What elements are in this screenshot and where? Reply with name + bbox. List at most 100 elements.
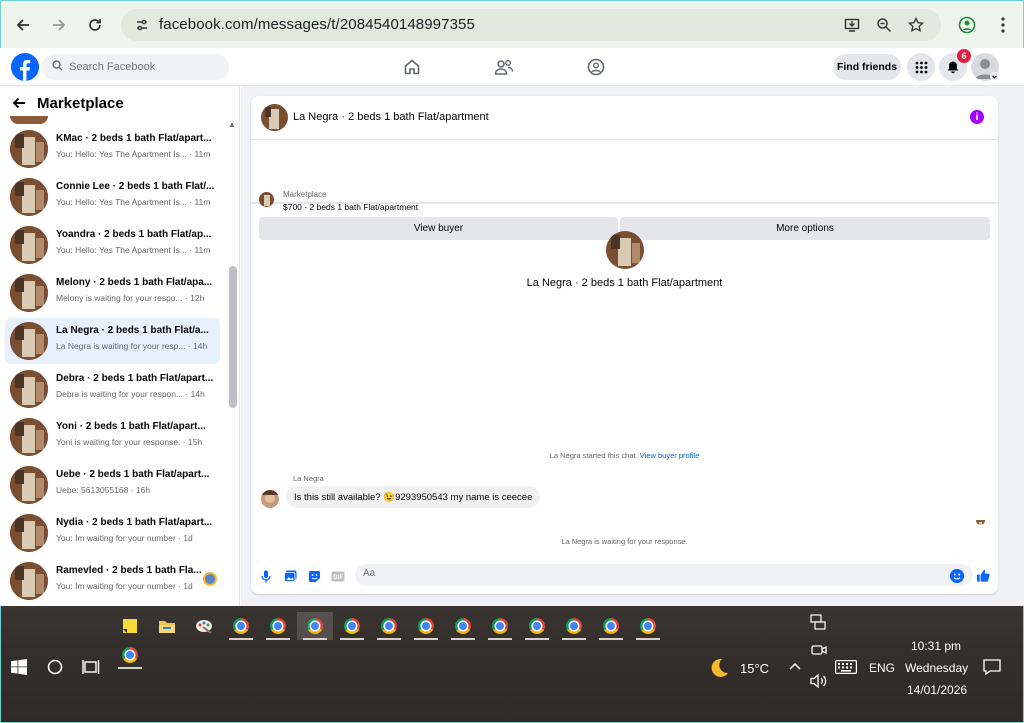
friends-icon[interactable] xyxy=(493,56,515,78)
conversation-preview: You: Hello: Yes The Apartment Is... · 11… xyxy=(56,197,211,207)
keyboard-icon[interactable] xyxy=(835,660,857,679)
chrome-taskbar-3[interactable] xyxy=(297,612,333,640)
chrome-taskbar-10[interactable] xyxy=(556,612,592,640)
chrome-taskbar-12[interactable] xyxy=(630,612,666,640)
conversation-item[interactable]: Melony · 2 beds 1 bath Flat/apa... Melony… xyxy=(5,270,220,316)
photo-icon[interactable] xyxy=(283,569,297,583)
find-friends-button[interactable]: Find friends xyxy=(833,54,901,80)
gif-icon[interactable]: GIF xyxy=(331,569,345,583)
sticky-notes-icon[interactable] xyxy=(112,612,148,640)
weather-moon-icon[interactable] xyxy=(708,657,730,684)
site-settings-icon[interactable] xyxy=(133,16,151,34)
chrome-taskbar-2[interactable] xyxy=(260,612,296,640)
chat-title[interactable]: La Negra · 2 beds 1 bath Flat/apartment xyxy=(293,111,489,123)
tray-overflow-chevron-icon[interactable] xyxy=(788,659,802,676)
scroll-up-icon[interactable]: ▲ xyxy=(228,120,236,129)
waiting-notice: La Negra is waiting for your response. xyxy=(561,537,688,546)
conversation-item[interactable]: Debra · 2 beds 1 bath Flat/apart... Debra… xyxy=(5,366,220,412)
temperature-text[interactable]: 15°C xyxy=(740,661,769,676)
chat-profile-avatar[interactable] xyxy=(606,231,644,269)
conversation-name: Uebe · 2 beds 1 bath Flat/apart... xyxy=(56,469,210,480)
clock-date[interactable]: 14/01/2026 xyxy=(907,683,967,697)
meet-now-icon[interactable] xyxy=(811,643,827,662)
sidebar-title: Marketplace xyxy=(37,95,124,112)
menu-grid-icon[interactable] xyxy=(907,53,935,81)
chrome-icon xyxy=(603,618,619,634)
conversation-avatar xyxy=(10,274,48,312)
profile-icon[interactable] xyxy=(953,11,981,39)
chrome-icon xyxy=(122,647,138,663)
message-input-wrapper[interactable] xyxy=(355,564,973,586)
chrome-icon xyxy=(640,618,656,634)
conversation-item[interactable]: Nydia · 2 beds 1 bath Flat/apart... You: … xyxy=(5,510,220,556)
conversation-item[interactable]: Ramevled · 2 beds 1 bath Fla... You: Im w… xyxy=(5,558,220,604)
more-options-button[interactable]: More options xyxy=(620,217,990,240)
file-explorer-icon[interactable] xyxy=(149,612,185,640)
clock-time[interactable]: 10:31 pm xyxy=(911,639,961,653)
conversation-item[interactable]: La Negra · 2 beds 1 bath Flat/a... La Neg… xyxy=(5,318,220,364)
search-circle-icon[interactable] xyxy=(47,659,63,680)
windows-taskbar: 15°C ENG 10:31 pm Wednesday 14/01/2026 xyxy=(0,606,1024,723)
chrome-taskbar-5[interactable] xyxy=(371,612,407,640)
sidebar-scrollbar[interactable] xyxy=(229,266,237,408)
conversation-item[interactable]: Yoandra · 2 beds 1 bath Flat/ap... You: H… xyxy=(5,222,220,268)
chrome-taskbar-1[interactable] xyxy=(223,612,259,640)
reload-icon[interactable] xyxy=(81,11,109,39)
menu-kebab-icon[interactable] xyxy=(989,11,1017,39)
home-icon[interactable] xyxy=(401,56,423,78)
chrome-icon xyxy=(529,618,545,634)
windows-start-icon[interactable] xyxy=(11,659,27,680)
facebook-search[interactable] xyxy=(42,54,229,80)
conversation-item[interactable]: Uebe · 2 beds 1 bath Flat/apart... Uebe: … xyxy=(5,462,220,508)
info-icon[interactable]: i xyxy=(970,110,984,124)
conversation-item[interactable]: Yoni · 2 beds 1 bath Flat/apart... Yoni i… xyxy=(5,414,220,460)
chrome-taskbar-4[interactable] xyxy=(334,612,370,640)
message-input[interactable] xyxy=(363,568,943,579)
search-icon xyxy=(52,58,63,76)
sender-avatar[interactable] xyxy=(261,490,279,508)
task-view-icon[interactable] xyxy=(82,659,100,680)
thumbs-up-icon[interactable] xyxy=(976,568,990,582)
bookmark-star-icon[interactable] xyxy=(907,16,925,34)
conversation-preview: You: Hello: Yes The Apartment Is... · 11… xyxy=(56,245,211,255)
conversation-name: Connie Lee · 2 beds 1 bath Flat/... xyxy=(56,181,215,192)
paint-icon[interactable] xyxy=(186,612,222,640)
sticker-icon[interactable] xyxy=(307,569,321,583)
zoom-icon[interactable] xyxy=(875,16,893,34)
conversation-item[interactable]: Connie Lee · 2 beds 1 bath Flat/... You: … xyxy=(5,174,220,220)
account-chevron-down-icon[interactable] xyxy=(990,72,999,81)
chrome-icon xyxy=(455,618,471,634)
notification-center-icon[interactable] xyxy=(983,659,1001,680)
view-buyer-button[interactable]: View buyer xyxy=(259,217,618,240)
conversation-preview: Melony is waiting for your respo... · 12… xyxy=(56,293,205,303)
chrome-icon xyxy=(307,618,323,634)
address-bar[interactable]: facebook.com/messages/t/2084540148997355 xyxy=(121,9,941,41)
chat-avatar[interactable] xyxy=(261,104,288,131)
back-icon[interactable] xyxy=(9,11,37,39)
volume-icon[interactable] xyxy=(810,673,828,694)
clock-day[interactable]: Wednesday xyxy=(905,661,968,675)
chrome-taskbar-6[interactable] xyxy=(408,612,444,640)
back-arrow-icon[interactable] xyxy=(12,96,26,115)
install-app-icon[interactable] xyxy=(843,16,861,34)
conversation-avatar xyxy=(10,226,48,264)
listing-price-title[interactable]: $700 - 2 beds 1 bath Flat/apartment xyxy=(283,202,418,212)
search-input[interactable] xyxy=(69,61,219,73)
emoji-icon[interactable] xyxy=(950,569,964,583)
chrome-taskbar-8[interactable] xyxy=(482,612,518,640)
groups-icon[interactable] xyxy=(585,56,607,78)
microphone-icon[interactable] xyxy=(259,569,273,583)
chrome-taskbar-11[interactable] xyxy=(593,612,629,640)
facebook-logo[interactable] xyxy=(11,53,39,81)
conversation-item[interactable]: KMac · 2 beds 1 bath Flat/apart... You: H… xyxy=(5,126,220,172)
chrome-taskbar-9[interactable] xyxy=(519,612,555,640)
chrome-taskbar-13[interactable] xyxy=(112,641,148,669)
view-buyer-profile-link[interactable]: View buyer profile xyxy=(640,451,699,460)
forward-icon[interactable] xyxy=(45,11,73,39)
listing-thumbnail[interactable] xyxy=(259,192,274,207)
chrome-taskbar-7[interactable] xyxy=(445,612,481,640)
message-bubble[interactable]: Is this still available? 😉9293950543 my … xyxy=(286,486,541,508)
network-wired-icon[interactable] xyxy=(810,614,826,635)
input-language[interactable]: ENG xyxy=(869,661,895,675)
url-text[interactable]: facebook.com/messages/t/2084540148997355 xyxy=(159,16,475,33)
